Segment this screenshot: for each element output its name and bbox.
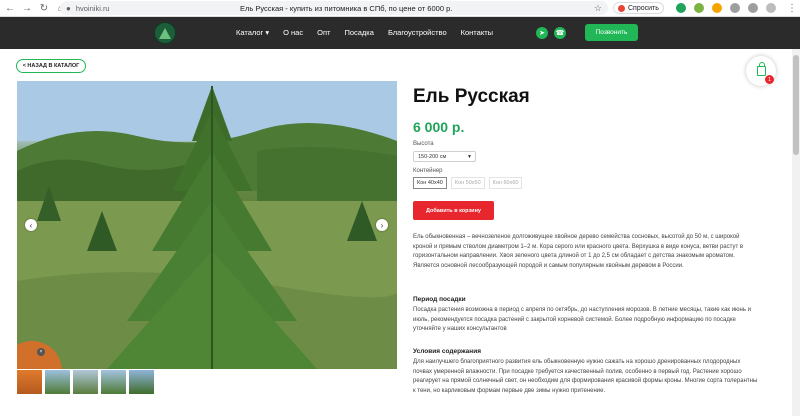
height-value: 150-200 см bbox=[418, 153, 447, 160]
scrollbar-thumb[interactable] bbox=[793, 55, 799, 155]
thumbnail[interactable] bbox=[73, 370, 98, 394]
photo-thumbnails bbox=[17, 370, 154, 394]
bookmark-icon[interactable]: ☆ bbox=[594, 3, 602, 14]
site-logo[interactable] bbox=[154, 22, 176, 44]
address-bar[interactable]: ● hvoiniki.ru Ель Русская - купить из пи… bbox=[60, 1, 608, 15]
browser-toolbar: ← → ↻ ⌂ ● hvoiniki.ru Ель Русская - купи… bbox=[0, 0, 800, 17]
menu-item-catalog[interactable]: Каталог ▾ bbox=[236, 28, 269, 37]
product-photo: ‹ › bbox=[17, 81, 397, 369]
height-label: Высота bbox=[413, 141, 434, 147]
shopping-bag-icon bbox=[756, 62, 766, 76]
arrow-right-icon[interactable]: → bbox=[20, 1, 34, 15]
cart-count-badge: 1 bbox=[765, 75, 774, 84]
extension-icon[interactable] bbox=[676, 3, 686, 13]
planting-text: Посадка растения возможна в период с апр… bbox=[413, 307, 752, 332]
extension-icon[interactable] bbox=[694, 3, 704, 13]
container-option-50[interactable]: Кон 50х50 bbox=[450, 177, 485, 189]
call-button[interactable]: Позвонить bbox=[585, 24, 638, 41]
whatsapp-icon[interactable]: ☎ bbox=[554, 27, 566, 39]
thumbnail[interactable] bbox=[17, 370, 42, 394]
ask-button[interactable]: Спросить bbox=[613, 2, 664, 14]
reload-icon[interactable]: ↻ bbox=[37, 1, 51, 15]
extension-icon[interactable] bbox=[712, 3, 722, 13]
menu-item-contacts[interactable]: Контакты bbox=[461, 28, 493, 37]
menu-item-wholesale[interactable]: Опт bbox=[317, 28, 330, 37]
ask-label: Спросить bbox=[628, 4, 659, 12]
thumbnail[interactable] bbox=[129, 370, 154, 394]
site-header: Каталог ▾ О нас Опт Посадка Благоустройс… bbox=[0, 17, 800, 49]
container-option-40[interactable]: Кон 40х40 bbox=[413, 177, 447, 189]
thumbnail[interactable] bbox=[45, 370, 70, 394]
telegram-icon[interactable]: ➤ bbox=[536, 27, 548, 39]
menu-item-landscaping[interactable]: Благоустройство bbox=[388, 28, 447, 37]
container-options: Кон 40х40 Кон 50х50 Кон 60х60 bbox=[413, 177, 523, 189]
menu-item-about[interactable]: О нас bbox=[283, 28, 303, 37]
menu-item-planting[interactable]: Посадка bbox=[344, 28, 373, 37]
care-text: Для наилучшего благоприятного развития е… bbox=[413, 359, 758, 394]
product-description: Ель обыкновенная – вечнозеленое долгожив… bbox=[413, 234, 744, 269]
spruce-photo-illustration bbox=[17, 81, 397, 369]
height-select[interactable]: 150-200 см ▼ bbox=[413, 151, 476, 162]
container-label: Контейнер bbox=[413, 168, 443, 174]
next-photo-arrow-icon[interactable]: › bbox=[376, 219, 388, 231]
product-title: Ель Русская bbox=[413, 86, 530, 107]
care-title: Условия содержания bbox=[413, 348, 481, 355]
add-to-cart-button[interactable]: Добавить в корзину bbox=[413, 201, 494, 220]
tree-icon bbox=[159, 27, 171, 39]
main-menu: Каталог ▾ О нас Опт Посадка Благоустройс… bbox=[236, 28, 493, 37]
product-price: 6 000 р. bbox=[413, 119, 465, 135]
container-option-60[interactable]: Кон 60х60 bbox=[488, 177, 523, 189]
profile-icon[interactable] bbox=[766, 3, 776, 13]
profile-icon[interactable] bbox=[748, 3, 758, 13]
close-icon[interactable]: × bbox=[37, 348, 45, 356]
extension-icon[interactable] bbox=[730, 3, 740, 13]
planting-title: Период посадки bbox=[413, 296, 466, 303]
more-menu-icon[interactable]: ⋮ bbox=[785, 1, 799, 15]
thumbnail[interactable] bbox=[101, 370, 126, 394]
caret-down-icon: ▼ bbox=[467, 153, 472, 160]
lock-icon: ● bbox=[66, 3, 71, 13]
url-text: hvoiniki.ru bbox=[75, 3, 110, 13]
tab-title: Ель Русская - купить из питомника в СПб,… bbox=[240, 3, 453, 13]
previous-photo-arrow-icon[interactable]: ‹ bbox=[25, 219, 37, 231]
ask-icon bbox=[618, 4, 625, 12]
arrow-left-icon[interactable]: ← bbox=[3, 1, 17, 15]
back-to-catalog-button[interactable]: < НАЗАД В КАТАЛОГ bbox=[16, 59, 86, 73]
